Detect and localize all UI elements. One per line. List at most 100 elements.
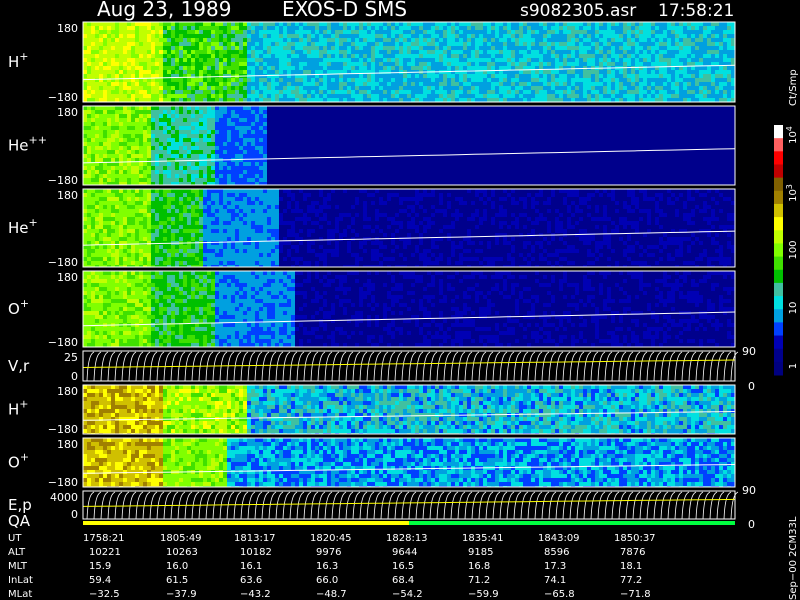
sms-plot: Aug 23, 1989 EXOS-D SMS s9082305.asr 17:…	[0, 0, 800, 600]
axis-bottom-label: −180	[48, 476, 78, 489]
orbit-footer: UT ALT MLT InLat MLat 1758:21 10221 15.9 59.4 −32…	[8, 533, 656, 600]
footer-cell: 16.5	[392, 561, 414, 572]
axis-bottom-label: −180	[48, 336, 78, 349]
axis-top-label: 180	[57, 271, 78, 284]
footer-cell: −37.9	[166, 589, 197, 600]
axis-top-label: 180	[57, 22, 78, 35]
colorbar-swatch	[774, 322, 783, 337]
axis-bottom-label: −180	[48, 174, 78, 187]
colorbar-swatch	[774, 177, 783, 192]
colorbar: Ct/Smp 104 103 100 10 1 Sep−00 2CM33L	[774, 69, 799, 600]
footer-cell: −48.7	[316, 589, 347, 600]
colorbar-swatch	[774, 256, 783, 271]
footer-cell: 1813:17	[234, 533, 276, 544]
footer-cell: 16.8	[468, 561, 490, 572]
colorbar-swatch	[774, 361, 783, 376]
footer-cell: 10263	[166, 547, 198, 558]
colorbar-tick-label: 100	[788, 240, 799, 259]
species-label: O+	[8, 297, 29, 318]
footer-cell: −71.8	[620, 589, 651, 600]
colorbar-swatch	[774, 335, 783, 350]
footer-cell: −43.2	[240, 589, 271, 600]
species-label: H+	[8, 398, 29, 419]
colorbar-swatch	[774, 282, 783, 297]
footer-cell: 1828:13	[386, 533, 428, 544]
footer-row-label: MLT	[8, 561, 28, 572]
panel-label: V,r	[8, 357, 30, 375]
footer-cell: −65.8	[544, 589, 575, 600]
colorbar-swatch	[774, 190, 783, 205]
colorbar-swatch	[774, 217, 783, 231]
colorbar-swatch	[774, 296, 783, 310]
footer-cell: 1805:49	[160, 533, 202, 544]
right-axis-top: 90	[742, 484, 756, 497]
axis-top-label: 180	[57, 438, 78, 451]
footer-cell: 16.0	[166, 561, 188, 572]
axis-top-label: 180	[57, 385, 78, 398]
colorbar-swatch	[774, 348, 783, 363]
colorbar-swatch	[774, 203, 783, 218]
right-axis-top: 90	[742, 345, 756, 358]
footer-cell: 61.5	[166, 575, 188, 586]
species-label: He++	[8, 134, 47, 155]
species-label: H+	[8, 50, 29, 71]
qa-label: QA	[8, 512, 31, 530]
header-file: s9082305.asr	[520, 1, 636, 21]
footer-cell: −32.5	[89, 589, 120, 600]
header-time: 17:58:21	[658, 1, 734, 21]
colorbar-swatch	[774, 164, 783, 179]
axis-bottom-label: −180	[48, 423, 78, 436]
colorbar-swatch	[774, 138, 783, 152]
footer-cell: 74.1	[544, 575, 566, 586]
footer-cell: 1850:37	[614, 533, 656, 544]
footer-cell: 1843:09	[538, 533, 580, 544]
axis-bottom-label: 0	[71, 370, 78, 383]
axis-bottom-label: −180	[48, 91, 78, 104]
axis-top-label: 180	[57, 189, 78, 202]
footer-cell: 10221	[89, 547, 121, 558]
colorbar-tick-label: 1	[788, 363, 799, 369]
footer-cell: 1835:41	[462, 533, 504, 544]
footer-cell: −54.2	[392, 589, 423, 600]
plot-canvas: Aug 23, 1989 EXOS-D SMS s9082305.asr 17:…	[8, 0, 799, 600]
footer-stamp: Sep−00 2CM33L	[788, 516, 799, 600]
footer-cell: 1758:21	[83, 533, 125, 544]
footer-cell: 16.1	[240, 561, 262, 572]
footer-cell: 10182	[240, 547, 272, 558]
colorbar-swatch	[774, 309, 783, 323]
panel-ep	[82, 490, 739, 520]
panel-vr	[82, 350, 739, 382]
footer-cell: 16.3	[316, 561, 338, 572]
header-date: Aug 23, 1989	[97, 0, 231, 21]
axis-top-label: 4000	[50, 491, 78, 504]
footer-cell: 18.1	[620, 561, 642, 572]
footer-cell: 9185	[468, 547, 493, 558]
axis-top-label: 25	[64, 351, 78, 364]
footer-cell: 17.3	[544, 561, 566, 572]
colorbar-swatch	[774, 125, 783, 139]
header-instrument: EXOS-D SMS	[282, 0, 407, 21]
footer-cell: 9644	[392, 547, 417, 558]
spectrogram-panels	[82, 21, 739, 525]
colorbar-swatch	[774, 269, 783, 284]
footer-cell: 15.9	[89, 561, 111, 572]
panel-heplusplus	[82, 105, 736, 186]
panel-oplus2	[82, 437, 736, 488]
footer-row-label: InLat	[8, 575, 33, 586]
footer-cell: 59.4	[89, 575, 111, 586]
footer-cell: 63.6	[240, 575, 262, 586]
footer-cell: 66.0	[316, 575, 338, 586]
panel-hplus	[82, 21, 736, 103]
colorbar-tick-label: 104	[785, 126, 799, 144]
species-label: He+	[8, 216, 38, 237]
panel-hplus2	[82, 384, 736, 435]
colorbar-swatch	[774, 151, 783, 165]
footer-cell: 8596	[544, 547, 569, 558]
axis-bottom-label: 0	[71, 508, 78, 521]
footer-cell: 7876	[620, 547, 645, 558]
axis-top-label: 180	[57, 106, 78, 119]
axis-bottom-label: −180	[48, 256, 78, 269]
colorbar-tick-label: 10	[788, 302, 799, 315]
footer-cell: 9976	[316, 547, 341, 558]
footer-row-label: MLat	[8, 589, 32, 600]
